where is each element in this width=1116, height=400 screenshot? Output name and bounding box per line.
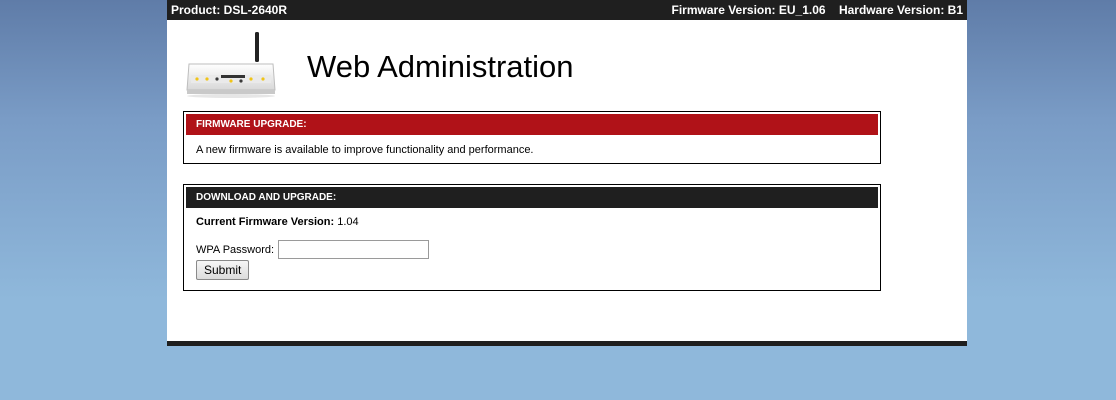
page-container: Product: DSL-2640R Firmware Version: EU_… bbox=[167, 0, 967, 346]
top-bar: Product: DSL-2640R Firmware Version: EU_… bbox=[167, 0, 967, 20]
current-firmware-label: Current Firmware Version: bbox=[196, 216, 335, 228]
notice-message: A new firmware is available to improve f… bbox=[196, 144, 534, 156]
notice-heading: FIRMWARE UPGRADE: bbox=[186, 114, 878, 135]
password-label: WPA Password: bbox=[196, 243, 275, 256]
version-info: Firmware Version: EU_1.06 Hardware Versi… bbox=[672, 0, 963, 20]
current-firmware-value: 1.04 bbox=[337, 216, 359, 228]
page-title: Web Administration bbox=[307, 49, 574, 84]
header: Web Administration bbox=[167, 20, 967, 108]
password-row: WPA Password: bbox=[184, 240, 880, 259]
footer-divider bbox=[167, 341, 967, 346]
firmware-upgrade-notice: FIRMWARE UPGRADE: A new firmware is avai… bbox=[183, 111, 881, 164]
product-label: Product: DSL-2640R bbox=[171, 3, 288, 17]
hardware-version-label: Hardware Version: B1 bbox=[838, 3, 963, 17]
download-upgrade-panel: DOWNLOAD AND UPGRADE: Current Firmware V… bbox=[183, 184, 881, 291]
submit-button[interactable]: Submit bbox=[196, 260, 250, 280]
current-firmware-row: Current Firmware Version: 1.04 bbox=[184, 216, 880, 228]
firmware-version-label: Firmware Version: EU_1.06 bbox=[671, 3, 826, 17]
upgrade-heading: DOWNLOAD AND UPGRADE: bbox=[186, 187, 878, 208]
router-icon bbox=[186, 32, 276, 98]
wpa-password-input[interactable] bbox=[278, 240, 430, 259]
